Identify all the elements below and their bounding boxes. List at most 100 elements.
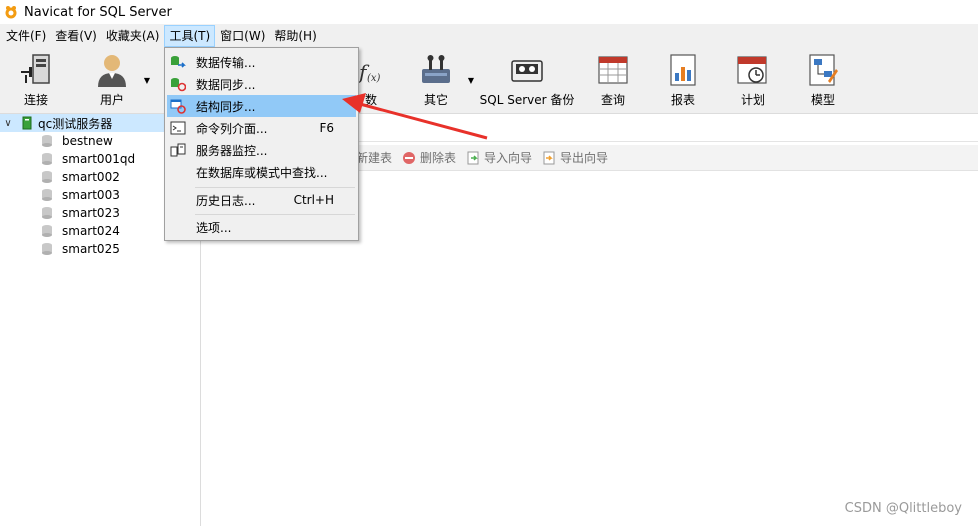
menu-console[interactable]: 命令列介面... F6 — [167, 117, 356, 139]
user-dropdown[interactable]: ▼ — [142, 52, 152, 110]
blank-icon — [170, 164, 186, 180]
menu-options[interactable]: 选项... — [167, 216, 356, 238]
blank-icon — [170, 219, 186, 235]
find-in-db-label: 在数据库或模式中查找... — [196, 165, 328, 180]
report-button[interactable]: 报表 — [664, 52, 702, 110]
other-dropdown[interactable]: ▼ — [466, 52, 476, 110]
database-icon — [42, 207, 52, 219]
connect-label: 连接 — [23, 93, 48, 107]
report-label: 报表 — [670, 93, 695, 107]
backup-label: SQL Server 备份 — [479, 93, 575, 107]
new-table-button[interactable]: 新建表 — [356, 149, 392, 166]
tree-database-item[interactable]: smart001qd — [40, 150, 135, 168]
import-wizard-label: 导入向导 — [484, 151, 533, 165]
server-monitor-label: 服务器监控... — [196, 143, 268, 158]
backup-tape-icon — [511, 60, 543, 82]
tools-icon — [422, 55, 450, 83]
sql-server-backup-button[interactable]: SQL Server 备份 — [480, 52, 574, 110]
dropdown-arrow-icon: ▼ — [467, 76, 475, 85]
export-icon — [543, 151, 555, 164]
report-chart-icon — [670, 54, 696, 86]
database-name: smart002 — [62, 170, 120, 184]
dropdown-arrow-icon: ▼ — [143, 76, 151, 85]
tools-menu: 数据传输... 数据同步... 结构同步... 命令列介面... F6 服务器监… — [164, 47, 359, 241]
query-button[interactable]: 查询 — [594, 52, 632, 110]
server-monitor-icon — [170, 143, 186, 157]
query-label: 查询 — [600, 93, 625, 107]
import-icon — [467, 151, 479, 164]
tree-database-item[interactable]: bestnew — [40, 132, 113, 150]
menu-separator — [195, 187, 355, 188]
database-icon — [42, 153, 52, 165]
menu-data-sync[interactable]: 数据同步... — [167, 73, 356, 95]
calendar-clock-icon — [737, 56, 767, 84]
window-title: Navicat for SQL Server — [24, 4, 172, 20]
database-icon — [42, 225, 52, 237]
export-wizard-button[interactable]: 导出向导 — [542, 149, 608, 166]
menu-tools[interactable]: 工具(T) — [164, 25, 216, 47]
database-name: smart001qd — [62, 152, 136, 166]
menu-view[interactable]: 查看(V) — [51, 25, 101, 47]
delete-table-label: 删除表 — [420, 151, 457, 165]
database-name: smart024 — [62, 224, 120, 238]
database-icon — [42, 135, 52, 147]
svg-text:(x): (x) — [367, 73, 381, 84]
menu-help[interactable]: 帮助(H) — [270, 25, 320, 47]
other-button[interactable]: 其它 — [416, 52, 456, 110]
user-label: 用户 — [99, 93, 124, 107]
tree-database-item[interactable]: smart003 — [40, 186, 120, 204]
query-grid-icon — [598, 56, 628, 84]
menu-favorites[interactable]: 收藏夹(A) — [102, 25, 164, 47]
menu-structure-sync[interactable]: 结构同步... — [167, 95, 356, 117]
delete-table-button[interactable]: 删除表 — [402, 149, 456, 166]
data-transfer-label: 数据传输... — [196, 55, 256, 70]
main-toolbar: 连接 用户 ▼ f (x) 数 其它 ▼ SQL Server 备份 查询 报表… — [0, 48, 978, 114]
database-icon — [42, 189, 52, 201]
menu-data-transfer[interactable]: 数据传输... — [167, 51, 356, 73]
data-sync-label: 数据同步... — [196, 77, 256, 92]
database-name: smart025 — [62, 242, 120, 256]
user-icon — [98, 55, 126, 87]
tree-database-item[interactable]: smart025 — [40, 240, 120, 258]
export-wizard-label: 导出向导 — [560, 151, 609, 165]
model-button[interactable]: 模型 — [804, 52, 842, 110]
data-transfer-icon — [171, 56, 186, 68]
other-label: 其它 — [423, 93, 448, 107]
server-name: qc测试服务器 — [38, 116, 113, 131]
watermark-text: CSDN @Qlittleboy — [844, 501, 962, 516]
user-button[interactable]: 用户 — [90, 52, 134, 110]
options-label: 选项... — [196, 220, 232, 235]
history-shortcut: Ctrl+H — [293, 193, 334, 207]
database-name: bestnew — [62, 134, 113, 148]
schedule-button[interactable]: 计划 — [734, 52, 772, 110]
connect-button[interactable]: 连接 — [14, 52, 58, 110]
model-diagram-icon — [809, 54, 838, 86]
database-icon — [42, 171, 52, 183]
tree-database-item[interactable]: smart002 — [40, 168, 120, 186]
tree-database-item[interactable]: smart024 — [40, 222, 120, 240]
database-name: smart023 — [62, 206, 120, 220]
import-wizard-button[interactable]: 导入向导 — [466, 149, 532, 166]
menu-window[interactable]: 窗口(W) — [216, 25, 269, 47]
model-label: 模型 — [810, 93, 835, 107]
title-bar: Navicat for SQL Server — [0, 0, 978, 24]
menu-server-monitor[interactable]: 服务器监控... — [167, 139, 356, 161]
console-shortcut: F6 — [319, 121, 334, 135]
menu-separator — [195, 214, 355, 215]
menu-file[interactable]: 文件(F) — [2, 25, 50, 47]
expand-arrow-icon[interactable]: ∨ — [0, 118, 16, 129]
schedule-label: 计划 — [740, 93, 765, 107]
server-icon — [22, 116, 32, 130]
structure-sync-label: 结构同步... — [196, 99, 256, 114]
tree-database-item[interactable]: smart023 — [40, 204, 120, 222]
console-icon — [170, 121, 186, 135]
menu-find-in-database[interactable]: 在数据库或模式中查找... — [167, 161, 356, 183]
blank-icon — [170, 192, 186, 208]
navicat-logo-icon — [5, 6, 17, 19]
plug-icon — [21, 54, 50, 84]
new-table-label: 新建表 — [356, 151, 393, 165]
database-name: smart003 — [62, 188, 120, 202]
menu-history-log[interactable]: 历史日志... Ctrl+H — [167, 189, 356, 211]
database-icon — [42, 243, 52, 255]
console-label: 命令列介面... — [196, 121, 268, 136]
